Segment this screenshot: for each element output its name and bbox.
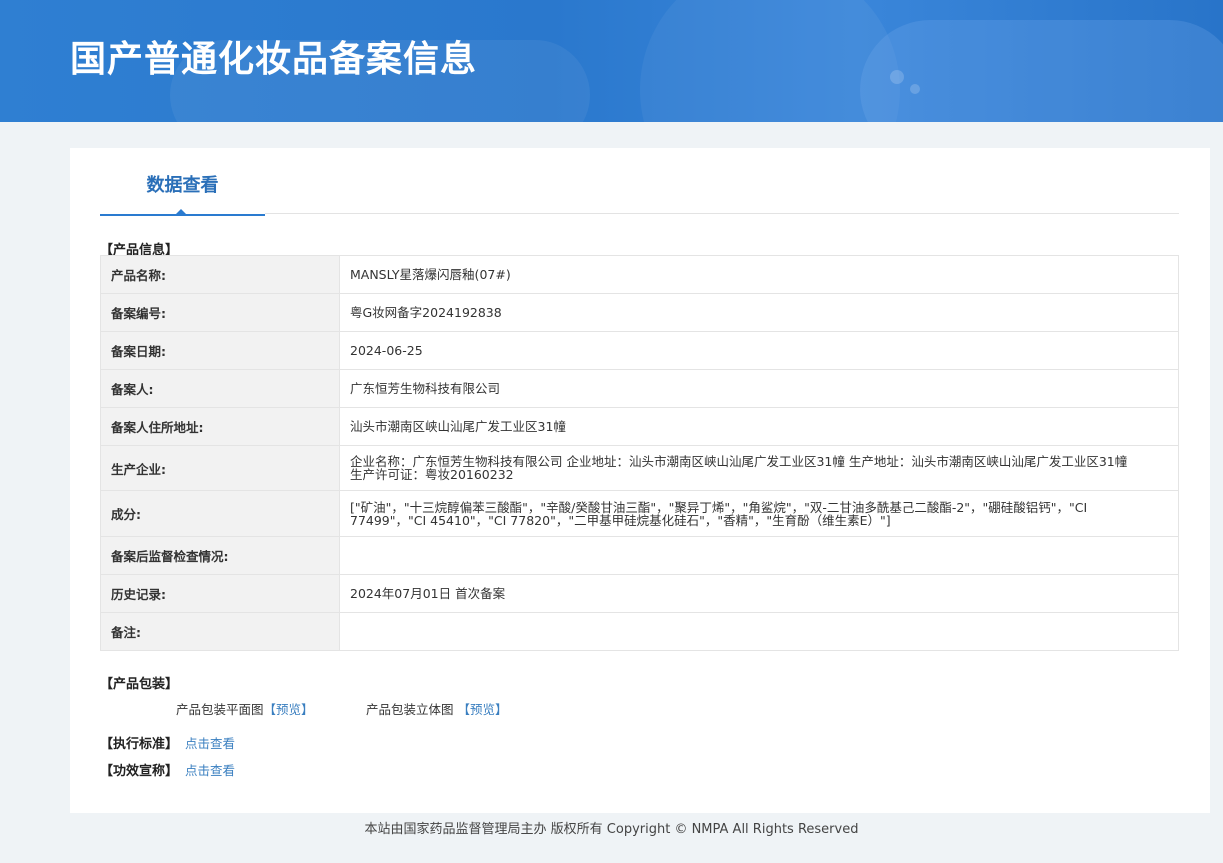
row-label: 备注: <box>100 612 340 651</box>
standard-title: 【执行标准】 <box>100 737 179 752</box>
row-value: 粤G妆网备字2024192838 <box>339 293 1179 332</box>
packaging-solid-label: 产品包装立体图 <box>366 702 458 717</box>
row-value: 广东恒芳生物科技有限公司 <box>339 369 1179 408</box>
table-row: 备注: <box>100 612 1179 651</box>
footer-copyright: 本站由国家药品监督管理局主办 版权所有 Copyright © NMPA All… <box>364 822 859 837</box>
table-row: 成分: ["矿油"，"十三烷醇偏苯三酸酯"，"辛酸/癸酸甘油三酯"，"聚异丁烯"… <box>100 490 1179 537</box>
row-label: 备案编号: <box>100 293 340 332</box>
packaging-flat: 产品包装平面图【预览】 <box>176 699 314 718</box>
main-panel: 数据查看 【产品信息】 产品名称: MANSLY星落爆闪唇釉(07#) 备案编号… <box>70 148 1210 813</box>
row-label: 历史记录: <box>100 574 340 613</box>
banner-decoration <box>860 20 1223 122</box>
row-label: 备案后监督检查情况: <box>100 536 340 575</box>
page-title: 国产普通化妆品备案信息 <box>70 39 478 80</box>
packaging-flat-preview-link[interactable]: 【预览】 <box>264 702 314 717</box>
row-label: 成分: <box>100 490 340 537</box>
packaging-title: 【产品包装】 <box>100 677 179 692</box>
row-value: 2024年07月01日 首次备案 <box>339 574 1179 613</box>
tab-label: 数据查看 <box>146 175 219 196</box>
tab-divider <box>265 213 1179 214</box>
row-value: ["矿油"，"十三烷醇偏苯三酸酯"，"辛酸/癸酸甘油三酯"，"聚异丁烯"，"角鲨… <box>339 490 1179 537</box>
tab-indicator-icon <box>174 209 188 216</box>
efficacy-view-link[interactable]: 点击查看 <box>185 760 235 779</box>
table-row: 备案日期: 2024-06-25 <box>100 331 1179 370</box>
row-label: 备案人: <box>100 369 340 408</box>
row-value: 2024-06-25 <box>339 331 1179 370</box>
row-label: 生产企业: <box>100 445 340 491</box>
row-value: 汕头市潮南区峡山汕尾广发工业区31幢 <box>339 407 1179 446</box>
tab-data-view[interactable]: 数据查看 <box>100 170 265 216</box>
table-row: 备案后监督检查情况: <box>100 536 1179 575</box>
row-value: MANSLY星落爆闪唇釉(07#) <box>339 255 1179 294</box>
standard-view-link[interactable]: 点击查看 <box>185 733 235 752</box>
table-row: 产品名称: MANSLY星落爆闪唇釉(07#) <box>100 255 1179 294</box>
row-value <box>339 612 1179 651</box>
packaging-solid: 产品包装立体图 【预览】 <box>366 699 508 718</box>
table-row: 备案编号: 粤G妆网备字2024192838 <box>100 293 1179 332</box>
efficacy-title: 【功效宣称】 <box>100 764 179 779</box>
packaging-solid-preview-link[interactable]: 【预览】 <box>457 702 507 717</box>
table-row: 备案人住所地址: 汕头市潮南区峡山汕尾广发工业区31幢 <box>100 407 1179 446</box>
row-label: 产品名称: <box>100 255 340 294</box>
row-value: 企业名称：广东恒芳生物科技有限公司 企业地址：汕头市潮南区峡山汕尾广发工业区31… <box>339 445 1179 491</box>
banner-dot <box>890 70 904 84</box>
table-row: 历史记录: 2024年07月01日 首次备案 <box>100 574 1179 613</box>
product-info-table: 产品名称: MANSLY星落爆闪唇釉(07#) 备案编号: 粤G妆网备字2024… <box>100 255 1179 651</box>
header-banner: 国产普通化妆品备案信息 <box>0 0 1223 122</box>
row-value <box>339 536 1179 575</box>
row-label: 备案日期: <box>100 331 340 370</box>
table-row: 备案人: 广东恒芳生物科技有限公司 <box>100 369 1179 408</box>
banner-dot <box>910 84 920 94</box>
row-label: 备案人住所地址: <box>100 407 340 446</box>
packaging-flat-label: 产品包装平面图 <box>176 702 264 717</box>
table-row: 生产企业: 企业名称：广东恒芳生物科技有限公司 企业地址：汕头市潮南区峡山汕尾广… <box>100 445 1179 491</box>
